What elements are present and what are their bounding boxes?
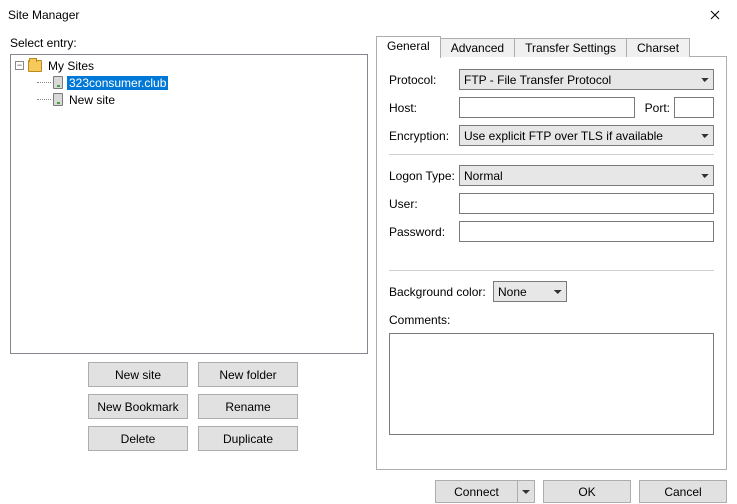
connect-split-button[interactable]: Connect [435,480,535,503]
port-label: Port: [645,101,670,115]
site-tree[interactable]: − My Sites 323consumer.club New site [10,54,368,354]
password-input[interactable] [459,221,714,242]
port-input[interactable] [674,97,714,118]
tab-advanced[interactable]: Advanced [440,38,515,57]
tree-site-label: 323consumer.club [67,76,168,90]
tab-general[interactable]: General [376,36,441,58]
tab-charset[interactable]: Charset [626,38,690,57]
logon-type-label: Logon Type: [389,169,459,183]
tab-transfer-settings[interactable]: Transfer Settings [514,38,627,57]
user-input[interactable] [459,193,714,214]
new-site-button[interactable]: New site [88,362,188,387]
left-panel: Select entry: − My Sites 323consumer.clu… [10,36,368,470]
comments-textarea[interactable] [389,333,714,435]
tree-root-label: My Sites [46,59,96,73]
right-panel: General Advanced Transfer Settings Chars… [376,36,727,470]
user-label: User: [389,197,459,211]
protocol-select[interactable]: FTP - File Transfer Protocol [459,69,714,90]
host-label: Host: [389,101,459,115]
ok-button[interactable]: OK [543,480,631,503]
window-title: Site Manager [8,8,692,22]
close-icon [710,10,720,20]
background-color-label: Background color: [389,285,493,299]
server-icon [53,93,63,106]
duplicate-button[interactable]: Duplicate [198,426,298,451]
encryption-select[interactable]: Use explicit FTP over TLS if available [459,125,714,146]
divider [389,270,714,271]
divider [389,154,714,155]
protocol-label: Protocol: [389,73,459,87]
new-bookmark-button[interactable]: New Bookmark [88,394,188,419]
tree-site-323consumer[interactable]: 323consumer.club [15,74,363,91]
comments-label: Comments: [389,313,450,327]
new-folder-button[interactable]: New folder [198,362,298,387]
tree-site-new-site[interactable]: New site [15,91,363,108]
tab-panel-general: Protocol: FTP - File Transfer Protocol H… [376,56,727,470]
collapse-icon[interactable]: − [15,61,24,70]
delete-button[interactable]: Delete [88,426,188,451]
tree-site-label: New site [67,93,117,107]
connect-button[interactable]: Connect [435,480,517,503]
select-entry-label: Select entry: [10,36,368,50]
server-icon [53,76,63,89]
background-color-select[interactable]: None [493,281,567,302]
tree-root-my-sites[interactable]: − My Sites [15,57,363,74]
close-button[interactable] [692,0,737,30]
tab-strip: General Advanced Transfer Settings Chars… [376,36,727,57]
password-label: Password: [389,225,459,239]
tree-connector [37,82,51,83]
encryption-label: Encryption: [389,129,459,143]
dialog-footer: Connect OK Cancel [0,470,737,503]
logon-type-select[interactable]: Normal [459,165,714,186]
cancel-button[interactable]: Cancel [639,480,727,503]
host-input[interactable] [459,97,635,118]
connect-dropdown-button[interactable] [517,480,535,503]
rename-button[interactable]: Rename [198,394,298,419]
titlebar: Site Manager [0,0,737,30]
folder-icon [28,60,42,72]
tree-connector [37,99,51,100]
site-action-buttons: New site New folder New Bookmark Rename … [10,362,368,451]
chevron-down-icon [522,490,530,494]
